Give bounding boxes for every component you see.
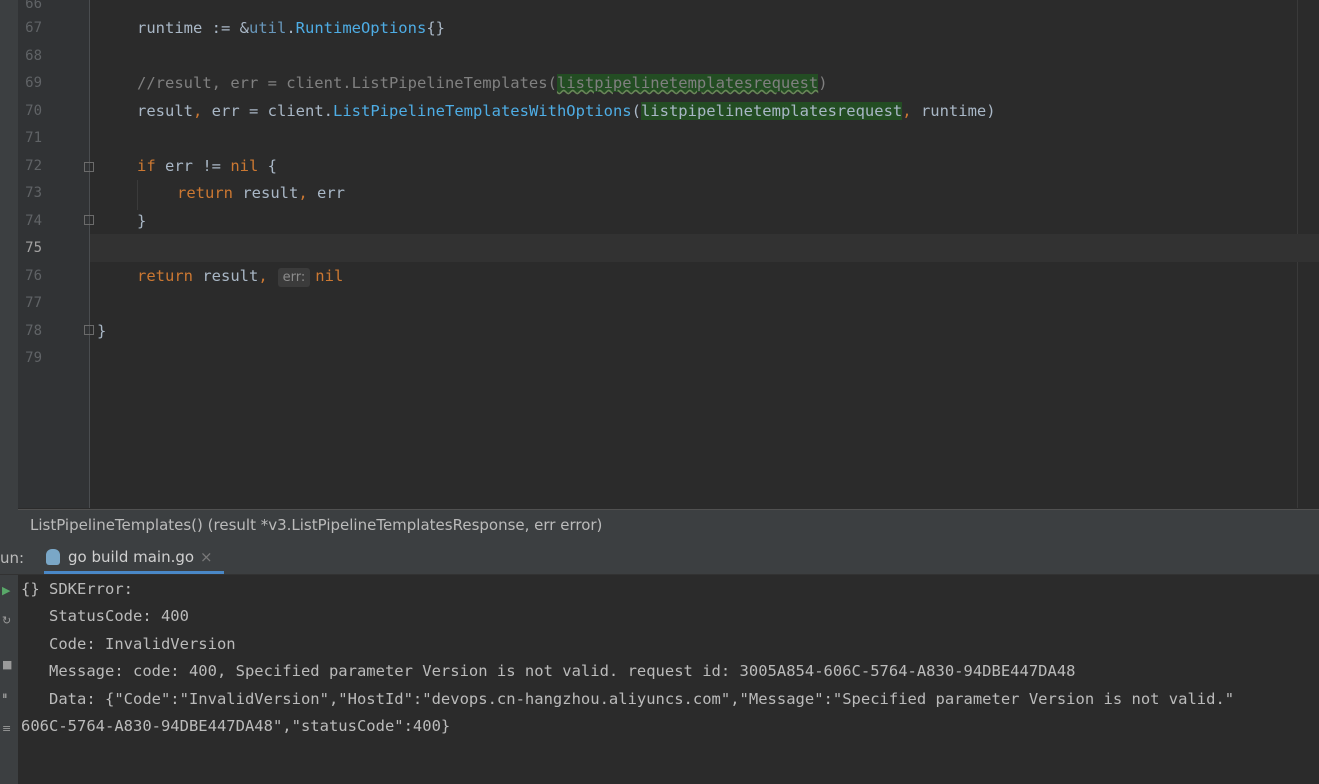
line-number: 79 [25, 350, 42, 366]
line-number: 70 [25, 103, 42, 119]
console-output[interactable]: {} SDKError: StatusCode: 400 Code: Inval… [0, 575, 1319, 784]
console-line: StatusCode: 400 [21, 607, 189, 625]
line-number: 71 [25, 130, 42, 146]
run-label: un: [0, 549, 25, 567]
code-line-76[interactable]: return result, err: nil [137, 266, 343, 287]
line-number: 74 [25, 213, 42, 229]
line-number: 73 [25, 185, 42, 201]
console-line: Code: InvalidVersion [21, 635, 236, 653]
line-number: 72 [25, 158, 42, 174]
code-line-78[interactable]: } [97, 321, 106, 341]
code-line-72[interactable]: if err != nil { [137, 156, 277, 176]
console-line: Data: {"Code":"InvalidVersion","HostId":… [21, 690, 1235, 708]
indent-guide [137, 180, 138, 210]
run-tool-header: un: go build main.go × [0, 540, 1319, 575]
code-line-73[interactable]: return result, err [177, 183, 345, 203]
line-number: 67 [25, 20, 42, 36]
line-number: 69 [25, 75, 42, 91]
run-tab-label: go build main.go [68, 548, 195, 566]
line-number-current: 75 [25, 240, 42, 256]
fold-marker-icon[interactable] [84, 215, 94, 225]
console-line: Message: code: 400, Specified parameter … [21, 662, 1076, 680]
code-line-67[interactable]: runtime := &util.RuntimeOptions{} [137, 18, 445, 38]
line-number: 77 [25, 295, 42, 311]
signature-status-bar: ListPipelineTemplates() (result *v3.List… [18, 509, 1319, 541]
code-line-70[interactable]: result, err = client.ListPipelineTemplat… [137, 101, 996, 121]
fold-marker-icon[interactable] [84, 162, 94, 172]
active-tab-indicator [44, 571, 224, 574]
gopher-icon [46, 549, 60, 565]
code-line-74[interactable]: } [137, 211, 146, 231]
close-icon[interactable]: × [200, 548, 213, 566]
parameter-hint: err: [277, 268, 311, 287]
console-line: 606C-5764-A830-94DBE447DA48","statusCode… [21, 717, 451, 735]
console-line: {} SDKError: [21, 580, 133, 598]
left-tool-strip [0, 0, 18, 540]
caret-line-highlight [90, 234, 1319, 262]
run-tab-go-build[interactable]: go build main.go × [44, 540, 224, 574]
line-number: 68 [25, 48, 42, 64]
code-line-69[interactable]: //result, err = client.ListPipelineTempl… [137, 73, 828, 93]
fold-marker-icon[interactable] [84, 325, 94, 335]
line-number: 78 [25, 323, 42, 339]
line-number: 76 [25, 268, 42, 284]
line-number: 66 [25, 0, 42, 12]
signature-text: ListPipelineTemplates() (result *v3.List… [30, 516, 603, 534]
